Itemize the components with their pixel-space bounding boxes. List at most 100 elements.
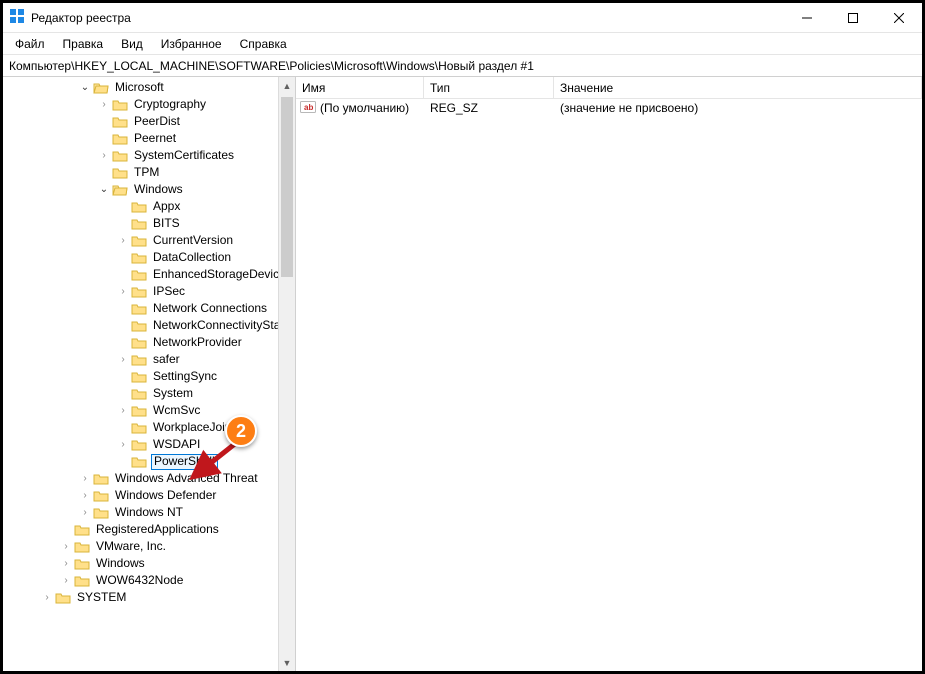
column-type-header[interactable]: Тип xyxy=(424,77,554,98)
tree-item-registered_apps[interactable]: RegisteredApplications xyxy=(3,521,295,538)
expander-closed-icon[interactable]: › xyxy=(79,490,91,502)
tree-item-enhanced_storage[interactable]: EnhancedStorageDevices xyxy=(3,266,295,283)
menu-favorites[interactable]: Избранное xyxy=(153,35,230,53)
tree-item-current_version[interactable]: ›CurrentVersion xyxy=(3,232,295,249)
folder-icon xyxy=(131,404,147,418)
expander-open-icon[interactable]: ⌄ xyxy=(79,82,91,94)
folder-icon xyxy=(131,455,147,469)
folder-icon xyxy=(55,591,71,605)
tree-item-cryptography[interactable]: ›Cryptography xyxy=(3,96,295,113)
tree-item-label: Windows NT xyxy=(113,504,185,521)
tree-item-label: safer xyxy=(151,351,182,368)
folder-icon xyxy=(131,336,147,350)
tree-item-label-editing[interactable]: PowerShell xyxy=(151,454,218,470)
tree-item-label: NetworkProvider xyxy=(151,334,244,351)
tree-item-appx[interactable]: Appx xyxy=(3,198,295,215)
tree-item-data_collection[interactable]: DataCollection xyxy=(3,249,295,266)
folder-icon xyxy=(131,353,147,367)
tree-item-windows_adv_threat[interactable]: › Windows Advanced Threat xyxy=(3,470,295,487)
tree-item-peernet[interactable]: Peernet xyxy=(3,130,295,147)
tree-item-windows2[interactable]: › Windows xyxy=(3,555,295,572)
tree-item-system[interactable]: System xyxy=(3,385,295,402)
tree-item-ipsec[interactable]: ›IPSec xyxy=(3,283,295,300)
tree-item-bits[interactable]: BITS xyxy=(3,215,295,232)
tree-item-label: System xyxy=(151,385,195,402)
expander-closed-icon[interactable]: › xyxy=(79,473,91,485)
value-type: REG_SZ xyxy=(424,101,554,115)
tree-item-label: Windows Advanced Threat xyxy=(113,470,260,487)
expander-closed-icon[interactable]: › xyxy=(98,150,110,162)
tree-item-windows[interactable]: ⌄Windows xyxy=(3,181,295,198)
expander-closed-icon[interactable]: › xyxy=(117,286,129,298)
menu-help[interactable]: Справка xyxy=(232,35,295,53)
expander-closed-icon[interactable]: › xyxy=(117,235,129,247)
maximize-button[interactable] xyxy=(830,3,876,33)
folder-icon xyxy=(131,438,147,452)
tree-item-system_certificates[interactable]: ›SystemCertificates xyxy=(3,147,295,164)
tree-item-safer[interactable]: › safer xyxy=(3,351,295,368)
tree-item-label: BITS xyxy=(151,215,182,232)
tree-item-powershell[interactable]: PowerShell xyxy=(3,453,295,470)
expander-closed-icon[interactable]: › xyxy=(117,439,129,451)
tree-item-system2[interactable]: ›SYSTEM xyxy=(3,589,295,606)
svg-text:ab: ab xyxy=(304,103,313,112)
annotation-badge: 2 xyxy=(225,415,257,447)
menu-view[interactable]: Вид xyxy=(113,35,151,53)
expander-open-icon[interactable]: ⌄ xyxy=(98,184,110,196)
menu-edit[interactable]: Правка xyxy=(55,35,112,53)
folder-icon xyxy=(131,302,147,316)
folder-icon xyxy=(112,149,128,163)
expander-closed-icon[interactable]: › xyxy=(117,354,129,366)
tree-item-microsoft[interactable]: ⌄ Microsoft xyxy=(3,79,295,96)
tree-item-windows_nt[interactable]: › Windows NT xyxy=(3,504,295,521)
folder-icon xyxy=(93,472,109,486)
tree-item-wow64[interactable]: ›WOW6432Node xyxy=(3,572,295,589)
scrollbar-thumb[interactable] xyxy=(281,97,293,277)
addressbar[interactable]: Компьютер\HKEY_LOCAL_MACHINE\SOFTWARE\Po… xyxy=(3,55,922,77)
content-area: ⌄Microsoft›CryptographyPeerDistPeernet›S… xyxy=(3,77,922,671)
folder-icon xyxy=(131,234,147,248)
tree-item-network_connections[interactable]: Network Connections xyxy=(3,300,295,317)
folder-icon xyxy=(112,166,128,180)
expander-closed-icon[interactable]: › xyxy=(60,575,72,587)
folder-icon xyxy=(131,251,147,265)
value-row-default[interactable]: ab (По умолчанию) REG_SZ (значение не пр… xyxy=(296,99,922,117)
tree-item-label: WorkplaceJoin xyxy=(151,419,233,436)
tree-scrollbar[interactable]: ▲ ▼ xyxy=(278,77,295,671)
tree-item-label: Windows xyxy=(94,555,147,572)
expander-closed-icon[interactable]: › xyxy=(117,405,129,417)
expander-closed-icon[interactable]: › xyxy=(98,99,110,111)
tree-item-vmware[interactable]: › VMware, Inc. xyxy=(3,538,295,555)
details-body: ab (По умолчанию) REG_SZ (значение не пр… xyxy=(296,99,922,671)
tree-item-windows_defender[interactable]: ›Windows Defender xyxy=(3,487,295,504)
minimize-button[interactable] xyxy=(784,3,830,33)
tree-item-label: VMware, Inc. xyxy=(94,538,168,555)
folder-icon xyxy=(112,115,128,129)
folder-icon xyxy=(112,132,128,146)
folder-icon xyxy=(131,319,147,333)
tree-item-label: NetworkConnectivitySta xyxy=(151,317,282,334)
tree-item-label: SettingSync xyxy=(151,368,219,385)
tree-item-setting_sync[interactable]: SettingSync xyxy=(3,368,295,385)
expander-closed-icon[interactable]: › xyxy=(41,592,53,604)
folder-icon xyxy=(74,523,90,537)
registry-tree[interactable]: ⌄Microsoft›CryptographyPeerDistPeernet›S… xyxy=(3,79,295,606)
titlebar: Редактор реестра xyxy=(3,3,922,33)
column-value-header[interactable]: Значение xyxy=(554,77,922,98)
expander-closed-icon[interactable]: › xyxy=(79,507,91,519)
tree-item-label: Network Connections xyxy=(151,300,269,317)
tree-item-peerdist[interactable]: PeerDist xyxy=(3,113,295,130)
close-button[interactable] xyxy=(876,3,922,33)
tree-item-network_provider[interactable]: NetworkProvider xyxy=(3,334,295,351)
menu-file[interactable]: Файл xyxy=(7,35,53,53)
column-name-header[interactable]: Имя xyxy=(296,77,424,98)
tree-item-tpm[interactable]: TPM xyxy=(3,164,295,181)
folder-icon xyxy=(112,98,128,112)
tree-item-label: DataCollection xyxy=(151,249,233,266)
tree-item-label: Microsoft xyxy=(113,79,166,96)
tree-item-network_connectivity[interactable]: NetworkConnectivitySta xyxy=(3,317,295,334)
tree-item-wcmsvc[interactable]: ›WcmSvc xyxy=(3,402,295,419)
expander-closed-icon[interactable]: › xyxy=(60,541,72,553)
tree-item-label: PeerDist xyxy=(132,113,182,130)
expander-closed-icon[interactable]: › xyxy=(60,558,72,570)
